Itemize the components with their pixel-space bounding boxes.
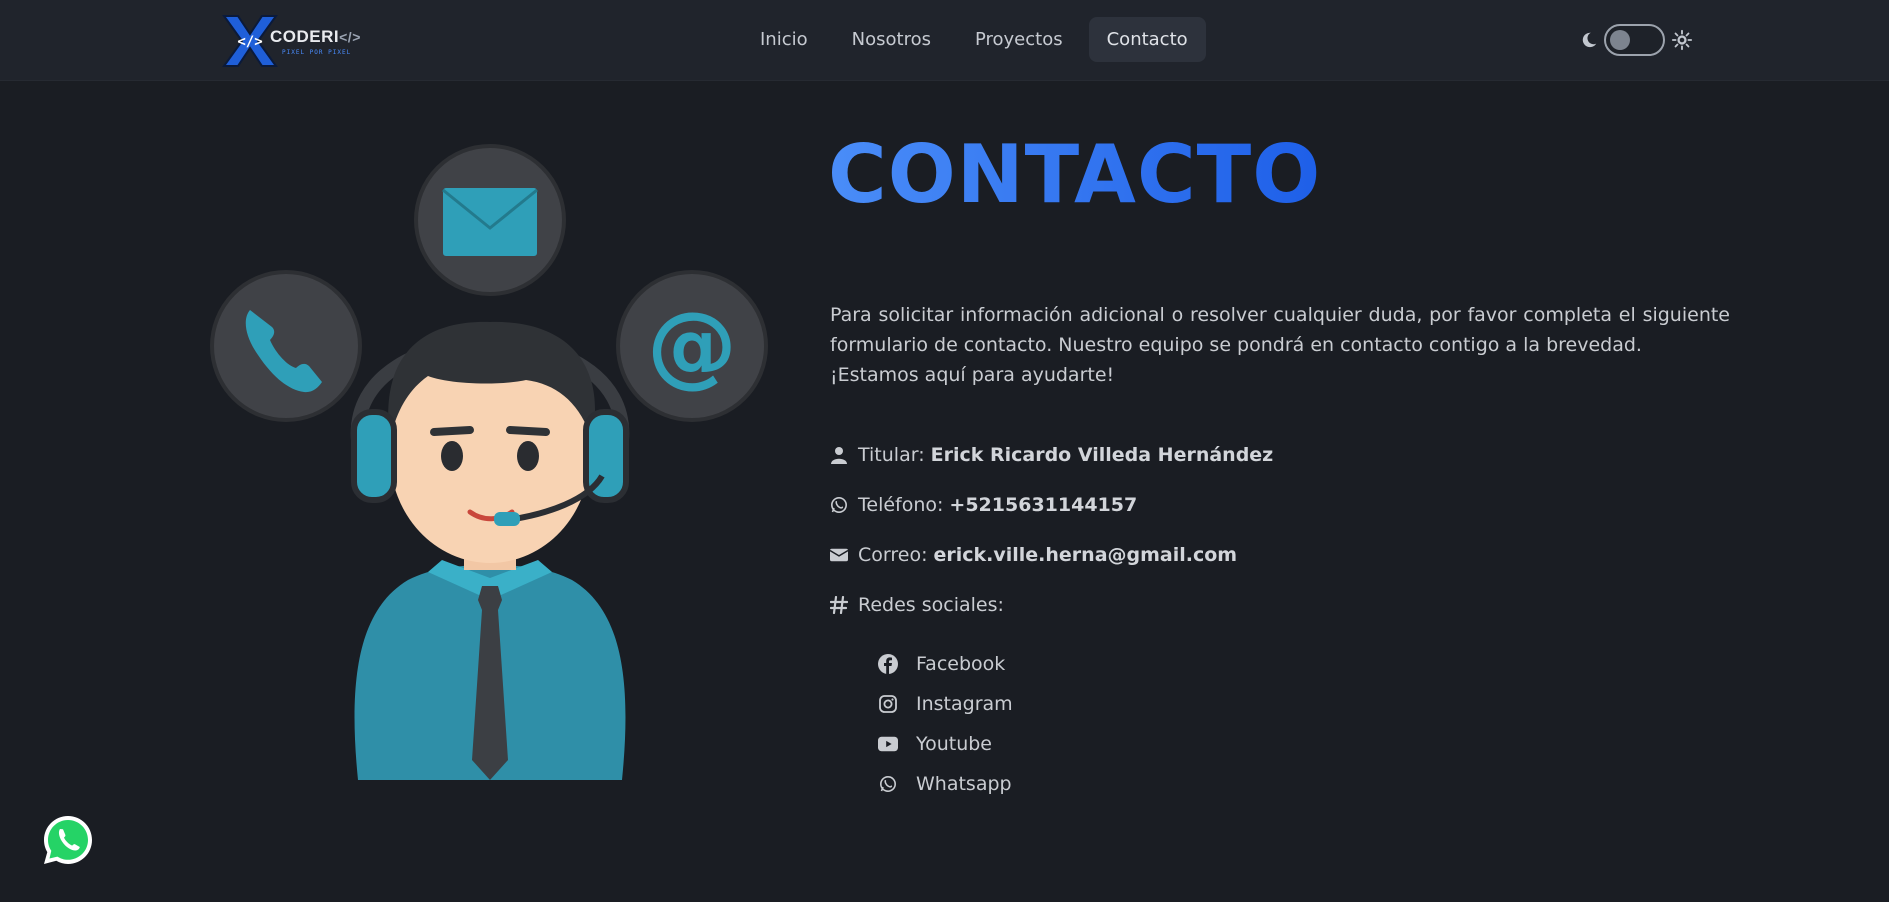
whatsapp-icon xyxy=(878,774,898,794)
social-whatsapp-label: Whatsapp xyxy=(916,773,1012,795)
svg-text:</>: </> xyxy=(237,34,262,50)
logo[interactable]: </> CODERI</> PIXEL POR PIXEL xyxy=(220,12,360,70)
facebook-icon xyxy=(878,654,898,674)
phone-label: Teléfono: xyxy=(858,494,944,516)
intro-paragraph: Para solicitar información adicional o r… xyxy=(830,304,1730,356)
phone-value[interactable]: +5215631144157 xyxy=(949,494,1137,516)
social-row: Redes sociales: xyxy=(830,590,1530,620)
logo-tagline: PIXEL POR PIXEL xyxy=(282,49,352,56)
toggle-knob xyxy=(1610,30,1630,50)
envelope-icon xyxy=(830,546,848,564)
social-facebook-label: Facebook xyxy=(916,653,1006,675)
sun-icon xyxy=(1671,29,1693,51)
social-links: Facebook Instagram Youtube Whatsapp xyxy=(878,644,1013,804)
at-bubble: @ xyxy=(616,270,768,422)
intro-closing: ¡Estamos aquí para ayudarte! xyxy=(830,364,1115,386)
email-bubble xyxy=(414,144,566,296)
navbar: </> CODERI</> PIXEL POR PIXEL Inicio Nos… xyxy=(0,0,1889,81)
social-instagram-label: Instagram xyxy=(916,693,1013,715)
social-youtube[interactable]: Youtube xyxy=(878,724,1013,764)
social-label: Redes sociales: xyxy=(858,594,1004,616)
nav-proyectos[interactable]: Proyectos xyxy=(957,17,1081,62)
phone-bubble xyxy=(210,270,362,422)
hashtag-icon xyxy=(830,596,848,614)
social-whatsapp[interactable]: Whatsapp xyxy=(878,764,1013,804)
theme-switcher xyxy=(1580,24,1693,56)
youtube-icon xyxy=(878,734,898,754)
nav-nosotros[interactable]: Nosotros xyxy=(834,17,949,62)
email-value[interactable]: erick.ville.herna@gmail.com xyxy=(933,544,1237,566)
nav-contacto[interactable]: Contacto xyxy=(1088,17,1206,62)
page-title: CONTACTO xyxy=(828,128,1322,221)
svg-text:@: @ xyxy=(647,293,737,398)
nav-inicio[interactable]: Inicio xyxy=(742,17,826,62)
theme-toggle[interactable] xyxy=(1604,24,1665,56)
contact-info: Titular: Erick Ricardo Villeda Hernández… xyxy=(830,440,1530,640)
user-icon xyxy=(830,446,848,464)
moon-icon xyxy=(1582,32,1597,48)
email-row: Correo: erick.ville.herna@gmail.com xyxy=(830,540,1530,570)
instagram-icon xyxy=(878,694,898,714)
nav-links: Inicio Nosotros Proyectos Contacto xyxy=(742,17,1206,62)
whatsapp-float-button[interactable] xyxy=(40,812,96,868)
phone-row: Teléfono: +5215631144157 xyxy=(830,490,1530,520)
support-agent-illustration: @ xyxy=(210,144,768,780)
email-label: Correo: xyxy=(858,544,928,566)
owner-label: Titular: xyxy=(858,444,925,466)
social-facebook[interactable]: Facebook xyxy=(878,644,1013,684)
logo-text: CODERI</> xyxy=(270,27,361,46)
whatsapp-icon xyxy=(830,496,848,514)
owner-value: Erick Ricardo Villeda Hernández xyxy=(930,444,1274,466)
social-youtube-label: Youtube xyxy=(916,733,992,755)
social-instagram[interactable]: Instagram xyxy=(878,684,1013,724)
intro-text: Para solicitar información adicional o r… xyxy=(830,300,1730,390)
owner-row: Titular: Erick Ricardo Villeda Hernández xyxy=(830,440,1530,470)
